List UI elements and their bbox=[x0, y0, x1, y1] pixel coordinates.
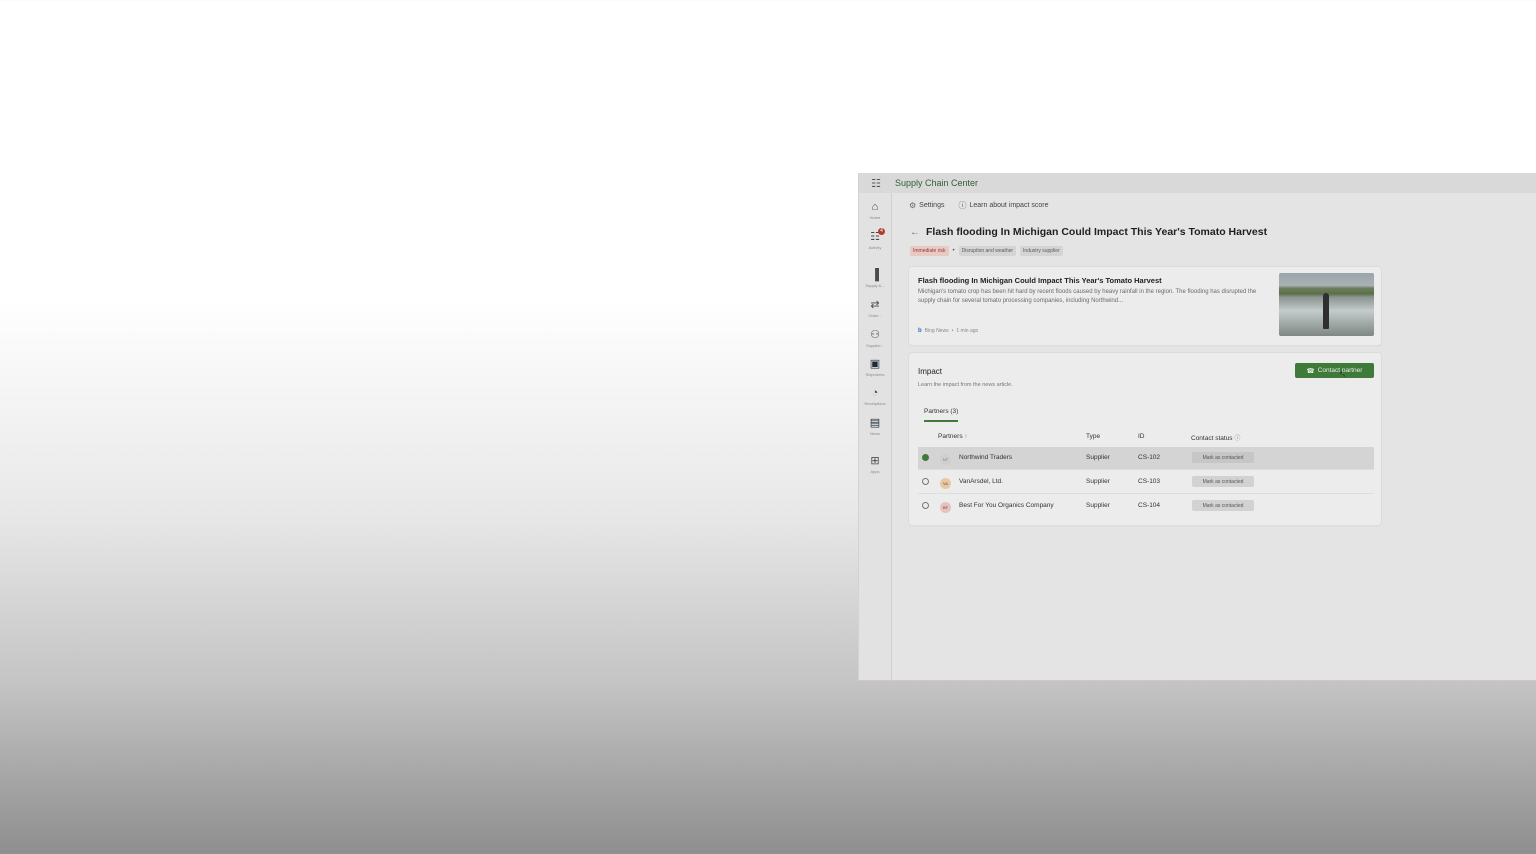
receiptions-icon: ◔ bbox=[871, 387, 879, 399]
activity-icon: ☷ bbox=[870, 231, 880, 243]
nav-label: Shipments bbox=[865, 372, 885, 377]
supply-chart-icon: ▐ bbox=[871, 269, 879, 281]
sort-arrow-icon: ↑ bbox=[964, 434, 968, 440]
category-tag: Disruption and weather bbox=[958, 246, 1017, 256]
column-header-partners[interactable]: Partners ↑ bbox=[938, 433, 967, 440]
contact-partner-button[interactable]: ☎ Contact partner bbox=[1295, 363, 1374, 378]
tab-partners[interactable]: Partners (3) bbox=[924, 408, 959, 422]
left-nav-rail: ⌂ Home ☷ 4 Activity ▐ Supply &... ⇄ Orde… bbox=[859, 193, 892, 680]
apps-icon: ⊞ bbox=[870, 455, 880, 467]
partner-name: VanArsdel, Ltd. bbox=[959, 478, 1003, 485]
partner-type: Supplier bbox=[1086, 454, 1110, 461]
mark-as-contacted-button[interactable]: Mark as contacted bbox=[1192, 500, 1254, 511]
article-source: b Bing News • 1 min ago bbox=[918, 328, 978, 334]
partner-id: CS-103 bbox=[1138, 478, 1161, 485]
impact-title: Impact bbox=[918, 367, 943, 376]
nav-item-supply[interactable]: ▐ Supply &... bbox=[859, 269, 891, 288]
avatar: VA bbox=[940, 478, 951, 489]
partner-name: Best For You Organics Company bbox=[959, 502, 1054, 509]
notification-badge: 4 bbox=[878, 228, 885, 235]
bing-icon: b bbox=[918, 328, 922, 334]
partner-name: Northwind Traders bbox=[959, 454, 1013, 461]
top-bar: ☷ Supply Chain Center bbox=[859, 173, 1536, 193]
risk-tag: Immediate risk bbox=[910, 246, 949, 256]
app-launcher-icon[interactable]: ☷ bbox=[859, 177, 893, 190]
separator-dot: • bbox=[952, 248, 955, 254]
mouse-cursor-icon: ↖ bbox=[1339, 369, 1347, 379]
column-label: Partners bbox=[938, 433, 963, 440]
nav-item-home[interactable]: ⌂ Home bbox=[859, 201, 891, 220]
column-header-contact-status[interactable]: Contact status ⓘ bbox=[1191, 433, 1240, 442]
nav-label: Receiptions bbox=[864, 401, 886, 406]
article-summary: Michigan's tomato crop has been hit hard… bbox=[918, 289, 1257, 304]
app-window: ☷ Supply Chain Center ⌂ Home ☷ 4 Activit… bbox=[858, 173, 1536, 681]
command-bar: ⚙ Settings ⓘ Learn about impact score bbox=[909, 200, 1048, 211]
nav-label: Home bbox=[869, 215, 881, 220]
partner-type: Supplier bbox=[1086, 502, 1110, 509]
nav-item-apps[interactable]: ⊞ Apps bbox=[859, 455, 891, 474]
info-icon: ⓘ bbox=[1234, 436, 1241, 442]
learn-label: Learn about impact score bbox=[969, 202, 1049, 209]
contact-icon: ☎ bbox=[1306, 367, 1315, 375]
table-row[interactable]: BF Best For You Organics Company Supplie… bbox=[918, 495, 1374, 517]
column-header-type[interactable]: Type bbox=[1086, 433, 1100, 440]
partner-id: CS-102 bbox=[1138, 454, 1161, 461]
home-icon: ⌂ bbox=[871, 201, 879, 213]
mark-as-contacted-button[interactable]: Mark as contacted bbox=[1192, 452, 1254, 463]
nav-item-receiptions[interactable]: ◔ Receiptions bbox=[859, 387, 891, 406]
gear-icon: ⚙ bbox=[909, 201, 917, 210]
category-tag: Industry supplier bbox=[1020, 246, 1063, 256]
table-row[interactable]: VA VanArsdel, Ltd. Supplier CS-103 Mark … bbox=[918, 471, 1374, 494]
source-name: Bing News bbox=[924, 328, 949, 334]
tag-list: Immediate risk • Disruption and weather … bbox=[910, 246, 1063, 256]
info-icon: ⓘ bbox=[958, 201, 967, 210]
nav-label: Order... bbox=[868, 313, 882, 318]
nav-label: Supplier... bbox=[866, 343, 884, 348]
person-figure bbox=[1323, 293, 1329, 329]
impact-card: Impact Learn the impact from the news ar… bbox=[909, 353, 1381, 525]
nav-item-shipments[interactable]: ▣ Shipments bbox=[859, 358, 891, 377]
partner-type: Supplier bbox=[1086, 478, 1110, 485]
avatar: BF bbox=[940, 502, 951, 513]
settings-button[interactable]: ⚙ Settings bbox=[909, 200, 944, 211]
app-title: Supply Chain Center bbox=[895, 178, 979, 188]
nav-item-activity[interactable]: ☷ 4 Activity bbox=[859, 228, 891, 250]
shipments-icon: ▣ bbox=[869, 358, 881, 370]
row-select-radio[interactable] bbox=[922, 502, 929, 509]
nav-label: News bbox=[869, 431, 880, 436]
page-header: ← Flash flooding In Michigan Could Impac… bbox=[910, 226, 1267, 238]
row-select-radio[interactable] bbox=[922, 454, 929, 461]
partner-id: CS-104 bbox=[1138, 502, 1161, 509]
nav-item-news[interactable]: ▤ News bbox=[859, 417, 891, 436]
news-article-card[interactable]: Flash flooding In Michigan Could Impact … bbox=[909, 267, 1381, 345]
nav-label: Supply &... bbox=[865, 283, 885, 288]
nav-item-orders[interactable]: ⇄ Order... bbox=[859, 299, 891, 318]
nav-item-suppliers[interactable]: ⚇ Supplier... bbox=[859, 329, 891, 348]
table-row[interactable]: NT Northwind Traders Supplier CS-102 Mar… bbox=[918, 447, 1374, 470]
settings-label: Settings bbox=[919, 202, 945, 209]
column-header-id[interactable]: ID bbox=[1138, 433, 1145, 440]
learn-impact-score-button[interactable]: ⓘ Learn about impact score bbox=[958, 200, 1048, 211]
article-time: 1 min ago bbox=[956, 328, 979, 334]
separator-dot: • bbox=[951, 328, 954, 334]
mark-as-contacted-button[interactable]: Mark as contacted bbox=[1192, 476, 1254, 487]
avatar: NT bbox=[940, 454, 951, 465]
nav-label: Apps bbox=[870, 469, 880, 474]
page-title: Flash flooding In Michigan Could Impact … bbox=[926, 226, 1268, 238]
suppliers-icon: ⚇ bbox=[870, 329, 880, 341]
impact-subtitle: Learn the impact from the news article. bbox=[918, 382, 1013, 388]
back-arrow-icon[interactable]: ← bbox=[910, 227, 920, 238]
orders-icon: ⇄ bbox=[870, 299, 880, 311]
nav-label: Activity bbox=[868, 245, 882, 250]
article-thumbnail bbox=[1279, 273, 1374, 336]
news-icon: ▤ bbox=[869, 417, 881, 429]
column-label: Contact status bbox=[1191, 435, 1233, 442]
row-select-radio[interactable] bbox=[922, 478, 929, 485]
article-title: Flash flooding In Michigan Could Impact … bbox=[918, 276, 1162, 285]
